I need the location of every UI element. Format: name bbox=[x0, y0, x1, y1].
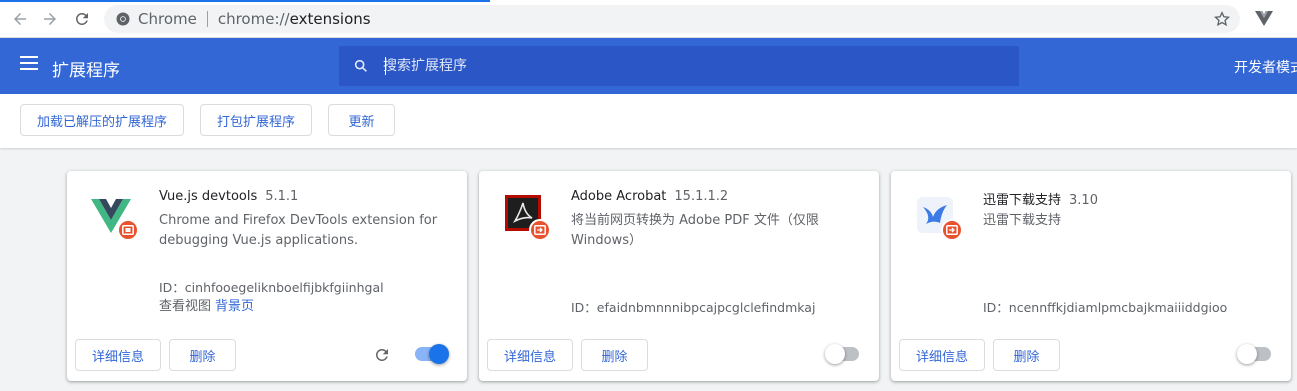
bookmark-star-icon[interactable] bbox=[1213, 11, 1231, 27]
load-unpacked-button[interactable]: 加载已解压的扩展程序 bbox=[20, 104, 184, 136]
toggle-knob bbox=[1237, 344, 1257, 364]
extensions-header: 扩展程序 开发者模式 bbox=[0, 38, 1297, 94]
extension-version: 5.1.1 bbox=[265, 189, 299, 204]
text-caret bbox=[385, 57, 386, 75]
extension-description: 迅雷下载支持 bbox=[983, 213, 1062, 228]
reload-button[interactable] bbox=[70, 7, 94, 31]
xunlei-bird-icon bbox=[915, 193, 963, 241]
extension-id: ID：cinhfooegeliknboelfijbkfgiinhgal bbox=[159, 280, 384, 295]
active-tab-indicator bbox=[0, 0, 490, 2]
address-bar[interactable]: Chrome chrome:// extensions bbox=[104, 5, 1240, 33]
arrow-left-icon bbox=[14, 13, 26, 25]
chrome-icon bbox=[116, 12, 130, 26]
enable-toggle[interactable] bbox=[825, 344, 859, 364]
extension-name: 迅雷下载支持 3.10 bbox=[983, 193, 1098, 208]
reload-icon[interactable] bbox=[373, 346, 391, 364]
background-page-link[interactable]: 背景页 bbox=[215, 299, 254, 314]
arrow-right-icon bbox=[44, 13, 56, 25]
extension-description: Chrome and Firefox DevTools extension fo… bbox=[159, 213, 438, 248]
devtools-badge-icon bbox=[117, 219, 139, 241]
toggle-knob bbox=[429, 344, 449, 364]
extension-name: Vue.js devtools 5.1.1 bbox=[159, 189, 299, 204]
pack-extension-button[interactable]: 打包扩展程序 bbox=[200, 104, 312, 136]
details-button[interactable]: 详细信息 bbox=[487, 339, 573, 371]
site-label: Chrome bbox=[138, 10, 197, 28]
back-button[interactable] bbox=[8, 7, 32, 31]
details-button[interactable]: 详细信息 bbox=[75, 339, 161, 371]
extensions-toolbar: 加载已解压的扩展程序 打包扩展程序 更新 bbox=[0, 94, 1297, 148]
toggle-knob bbox=[825, 344, 845, 364]
omnibox-separator bbox=[206, 11, 208, 27]
adobe-acrobat-icon bbox=[503, 193, 551, 241]
browser-toolbar: Chrome chrome:// extensions bbox=[0, 0, 1297, 38]
page-title: 扩展程序 bbox=[52, 61, 120, 81]
url-host: extensions bbox=[289, 10, 371, 28]
developer-mode-label[interactable]: 开发者模式 bbox=[1234, 57, 1297, 77]
enable-toggle[interactable] bbox=[415, 344, 449, 364]
menu-icon[interactable] bbox=[20, 56, 38, 74]
extension-card: Adobe Acrobat 15.1.1.2 将当前网页转换为 Adobe PDF… bbox=[479, 171, 879, 381]
remove-button[interactable]: 删除 bbox=[169, 339, 236, 371]
search-box[interactable] bbox=[339, 46, 1019, 86]
extension-card: Vue.js devtools 5.1.1 Chrome and Firefox … bbox=[67, 171, 467, 381]
remove-button[interactable]: 删除 bbox=[993, 339, 1060, 371]
update-button[interactable]: 更新 bbox=[328, 104, 395, 136]
search-icon bbox=[354, 59, 367, 72]
vue-extension-icon[interactable] bbox=[1254, 8, 1274, 28]
search-input[interactable] bbox=[383, 58, 983, 74]
extension-name: Adobe Acrobat 15.1.1.2 bbox=[571, 189, 729, 204]
extension-badge-icon bbox=[529, 219, 551, 241]
extension-version: 3.10 bbox=[1069, 193, 1098, 208]
reload-icon bbox=[75, 12, 88, 25]
extension-id: ID：ncennffkjdiamlpmcbajkmaiiiddgioo bbox=[983, 300, 1228, 315]
extension-id: ID：efaidnbmnnnibpcajpcglclefindmkaj bbox=[571, 300, 816, 315]
extension-card: 迅雷下载支持 3.10 迅雷下载支持 ID：ncennffkjdiamlpmcba… bbox=[891, 171, 1291, 381]
url-scheme: chrome:// bbox=[217, 10, 290, 28]
forward-button[interactable] bbox=[38, 7, 62, 31]
vue-logo-icon bbox=[91, 193, 139, 241]
remove-button[interactable]: 删除 bbox=[581, 339, 648, 371]
extension-version: 15.1.1.2 bbox=[674, 189, 729, 204]
extension-description: 将当前网页转换为 Adobe PDF 文件（仅限 Windows） bbox=[571, 213, 819, 248]
details-button[interactable]: 详细信息 bbox=[899, 339, 985, 371]
inspect-views: 查看视图 背景页 bbox=[159, 299, 255, 314]
enable-toggle[interactable] bbox=[1237, 344, 1271, 364]
extension-badge-icon bbox=[941, 219, 963, 241]
